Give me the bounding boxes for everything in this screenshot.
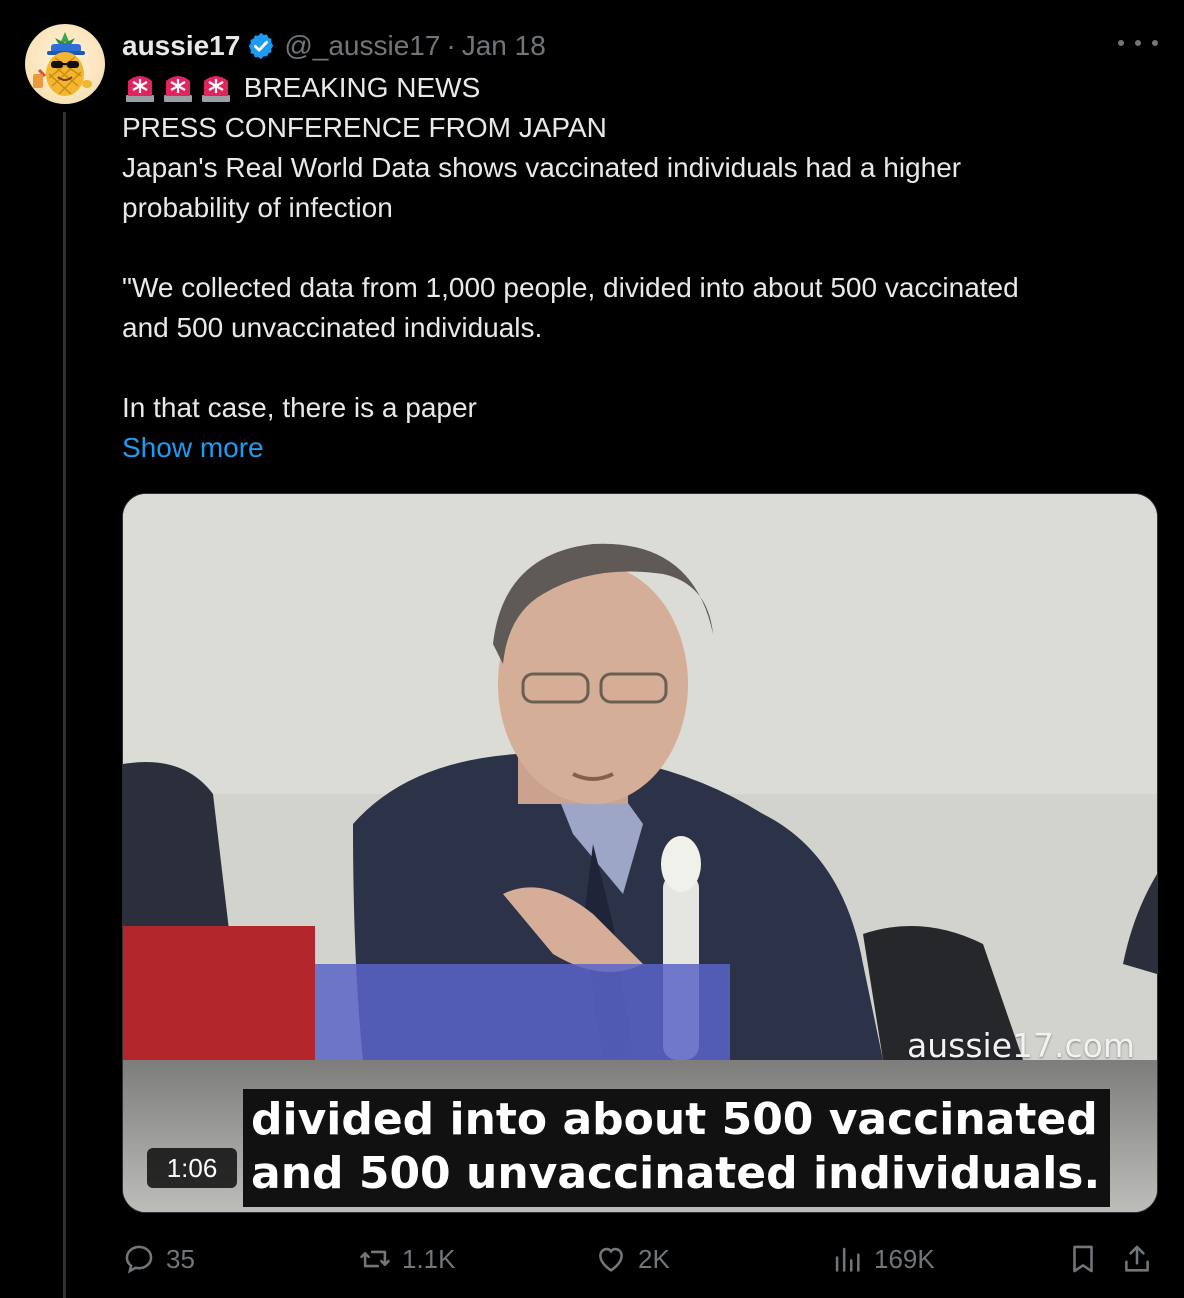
verified-badge-icon [249, 32, 274, 60]
views-chart-icon [835, 1247, 860, 1272]
views-count: 169K [874, 1243, 935, 1274]
tweet-header: aussie17 @_aussie17 · Jan 18 [122, 28, 546, 64]
thread-line [63, 112, 66, 1298]
video-duration-badge: 1:06 [147, 1148, 237, 1188]
like-button[interactable]: 2K [594, 1238, 670, 1280]
views-button[interactable]: 169K [830, 1238, 935, 1280]
show-more-link[interactable]: Show more [122, 428, 1142, 468]
breaking-news-text: BREAKING NEWS [243, 72, 481, 103]
reply-icon [125, 1245, 153, 1274]
video-subtitle: divided into about 500 vaccinated and 50… [243, 1089, 1111, 1207]
tweet-text: BREAKING NEWS PRESS CONFERENCE FROM JAPA… [122, 68, 1142, 468]
bookmark-button[interactable] [1066, 1238, 1100, 1280]
text-line-3: Japan's Real World Data shows vaccinated… [122, 152, 962, 183]
siren-icon [164, 76, 192, 102]
text-line-7: In that case, there is a paper [122, 392, 477, 423]
repost-count: 1.1K [402, 1243, 456, 1274]
user-handle[interactable]: @_aussie17 [284, 30, 440, 62]
reply-count: 35 [166, 1243, 195, 1274]
display-name[interactable]: aussie17 [122, 30, 240, 62]
subtitle-line-2: and 500 unvaccinated individuals. [251, 1148, 1101, 1199]
siren-icon [126, 76, 154, 102]
subtitle-line-1: divided into about 500 vaccinated [251, 1094, 1098, 1145]
text-line-2: PRESS CONFERENCE FROM JAPAN [122, 112, 607, 143]
reply-button[interactable]: 35 [122, 1238, 195, 1280]
text-line-1: BREAKING NEWS [122, 68, 1142, 108]
text-line-5: "We collected data from 1,000 people, di… [122, 272, 1019, 303]
text-line-6: and 500 unvaccinated individuals. [122, 312, 543, 343]
like-count: 2K [638, 1243, 670, 1274]
tweet-date[interactable]: Jan 18 [462, 30, 546, 62]
share-icon [1125, 1245, 1149, 1272]
pineapple-avatar-icon [33, 32, 92, 96]
action-bar: 35 1.1K 2K 169K [122, 1238, 1156, 1280]
video-player[interactable]: aussie17.com divided into about 500 vacc… [122, 493, 1158, 1213]
text-line-4: probability of infection [122, 192, 393, 223]
repost-icon [360, 1250, 390, 1268]
bookmark-icon [1073, 1245, 1093, 1273]
heart-icon [599, 1247, 623, 1272]
more-options-icon[interactable] [1118, 28, 1158, 58]
video-watermark: aussie17.com [907, 1026, 1135, 1065]
repost-button[interactable]: 1.1K [358, 1238, 456, 1280]
siren-icon [202, 76, 230, 102]
share-button[interactable] [1120, 1238, 1154, 1280]
avatar[interactable] [25, 24, 105, 104]
separator-dot: · [446, 30, 456, 61]
